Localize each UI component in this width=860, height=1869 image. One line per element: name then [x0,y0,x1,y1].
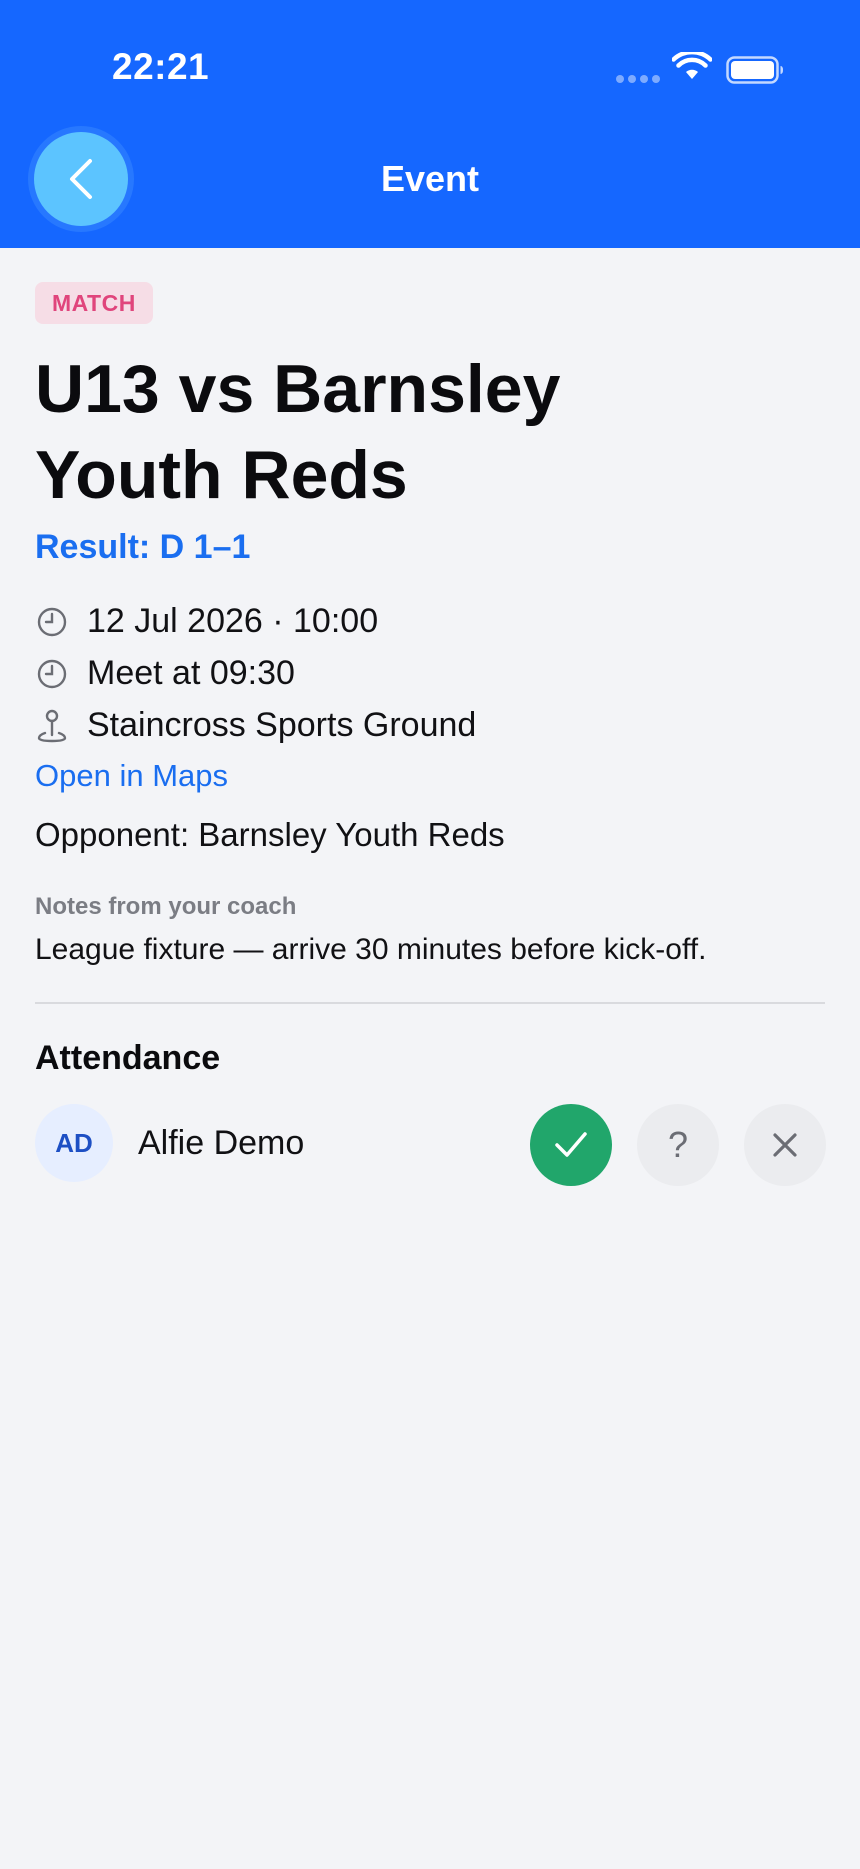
meet-time: Meet at 09:30 [87,654,295,692]
avatar: AD [35,1104,113,1182]
rsvp-maybe-button[interactable]: ? [637,1104,719,1186]
event-datetime: 12 Jul 2026 · 10:00 [87,602,379,640]
status-bar-time: 22:21 [112,46,210,87]
cellular-signal-icon [616,75,660,83]
meet-time-row: Meet at 09:30 [35,654,295,693]
event-type-badge: MATCH [35,282,153,324]
attendee-name: Alfie Demo [138,1124,305,1162]
battery-icon [726,56,783,84]
section-divider [35,1002,825,1004]
coach-notes: League fixture — arrive 30 minutes befor… [35,933,707,966]
event-opponent: Opponent: Barnsley Youth Reds [35,816,505,853]
wifi-icon [672,52,712,79]
checkmark-icon [555,1132,587,1157]
attendance-heading: Attendance [35,1039,221,1077]
app-header: 22:21 Event [0,0,860,248]
event-datetime-row: 12 Jul 2026 · 10:00 [35,602,378,641]
location-pin-icon [35,709,69,743]
event-location: Staincross Sports Ground [87,706,477,744]
rsvp-no-button[interactable] [744,1104,826,1186]
rsvp-yes-button[interactable] [530,1104,612,1186]
open-in-maps-link[interactable]: Open in Maps [35,758,228,794]
coach-notes-label: Notes from your coach [35,893,297,920]
event-result: Result: D 1–1 [35,528,251,566]
page-title: Event [380,158,480,199]
clock-icon [35,605,69,639]
close-icon [773,1133,797,1157]
clock-icon [35,657,69,691]
attendee-row: AD Alfie Demo ? [35,1104,826,1186]
location-row: Staincross Sports Ground [35,706,476,745]
question-mark-icon: ? [667,1124,689,1165]
event-title: U13 vs Barnsley Youth Reds [35,351,561,513]
